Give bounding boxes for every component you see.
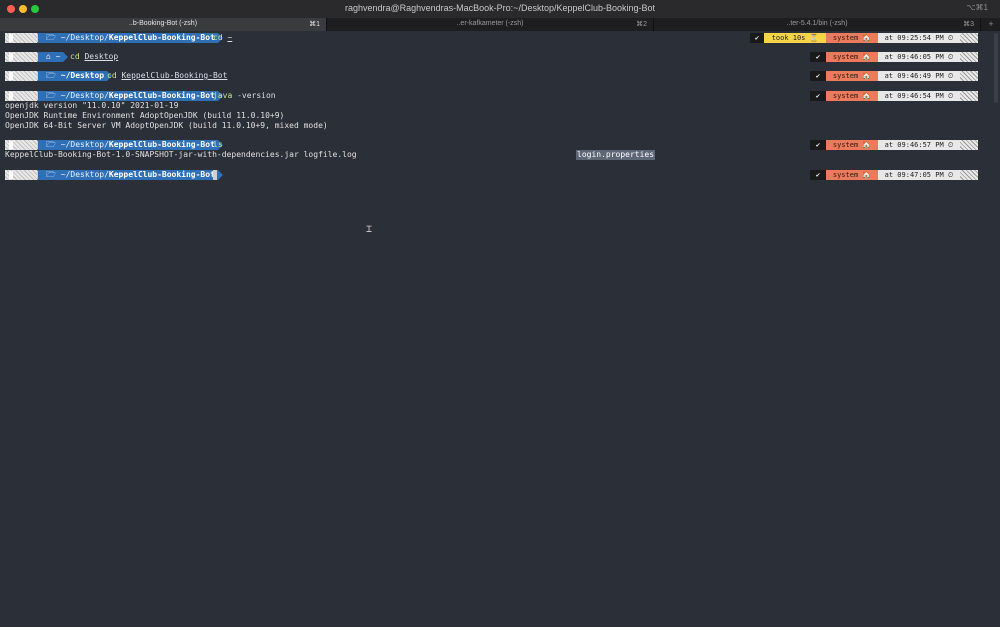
command-arg: KeppelClub-Booking-Bot [121, 71, 228, 80]
folder-icon: 🗁 [46, 33, 56, 42]
tab-jmeter-bin[interactable]: ..ter-5.4.1/bin (-zsh) ⌘3 [654, 18, 981, 31]
system-segment: system 🏠 [826, 33, 878, 43]
home-icon: ⌂ [46, 52, 51, 61]
dir-segment: 🗁 ~/Desktop/KeppelClub-Booking-Bot [38, 170, 223, 180]
tab-bar: ..b-Booking-Bot (-zsh) ⌘1 ..er-kafkamete… [0, 18, 1000, 31]
dir-segment: 🗁 ~/Desktop/KeppelClub-Booking-Bot [38, 33, 223, 43]
apple-icon [5, 33, 42, 43]
command-text: ls [213, 140, 223, 150]
tab-shortcut: ⌘3 [963, 21, 974, 28]
output-line: OpenJDK 64-Bit Server VM AdoptOpenJDK (b… [5, 121, 328, 130]
command-arg: Desktop [84, 52, 119, 61]
command-arg: -version [237, 91, 276, 100]
dir-path: ~/Desktop/ [60, 140, 109, 149]
status-ok-icon: ✔ [810, 52, 826, 62]
terminal-content[interactable]: 🗁 ~/Desktop/KeppelClub-Booking-Bot cd ~ … [0, 31, 1000, 627]
segment-end [960, 140, 978, 150]
folder-icon: 🗁 [46, 91, 56, 100]
dir-path: ~/Desktop/ [60, 91, 109, 100]
tab-kafkameter[interactable]: ..er-kafkameter (-zsh) ⌘2 [327, 18, 654, 31]
command-text: java -version [213, 91, 276, 101]
status-ok-icon: ✔ [810, 170, 826, 180]
folder-icon: 🗁 [46, 140, 56, 149]
took-segment: took 10s ⏳ [764, 33, 826, 43]
status-ok-icon: ✔ [810, 91, 826, 101]
output-line: openjdk version "11.0.10" 2021-01-19 [5, 101, 179, 110]
system-segment: system 🏠 [826, 71, 878, 81]
highlighted-file[interactable]: login.properties [576, 150, 656, 160]
dir-path: ~/Desktop/ [60, 170, 109, 179]
command-text: cd KeppelClub-Booking-Bot [107, 71, 227, 81]
time-segment: at 09:46:05 PM ⏲ [878, 52, 960, 62]
ibeam-cursor-icon: ⌶ [366, 224, 373, 235]
time-segment: at 09:46:54 PM ⏲ [878, 91, 960, 101]
dir-segment: 🗁 ~/Desktop [38, 71, 113, 81]
folder-icon: 🗁 [46, 170, 56, 179]
folder-icon: 🗁 [46, 71, 56, 80]
dir-project: KeppelClub-Booking-Bot [108, 33, 215, 42]
tab-label: ..er-kafkameter (-zsh) [456, 20, 524, 27]
apple-icon [5, 52, 42, 62]
tab-label: ..b-Booking-Bot (-zsh) [128, 20, 198, 27]
apple-icon [5, 91, 42, 101]
system-segment: system 🏠 [826, 170, 878, 180]
output-line: OpenJDK Runtime Environment AdoptOpenJDK… [5, 111, 285, 120]
dir-path: ~/Desktop/ [60, 33, 109, 42]
segment-end [960, 71, 978, 81]
time-segment: at 09:46:57 PM ⏲ [878, 140, 960, 150]
system-segment: system 🏠 [826, 140, 878, 150]
command-arg: ~ [227, 33, 233, 42]
dir-path: ~/Desktop [60, 71, 105, 80]
command-name: ls [213, 140, 223, 149]
segment-end [960, 33, 978, 43]
scrollbar-thumb[interactable] [994, 33, 998, 103]
status-ok-icon: ✔ [810, 140, 826, 150]
dir-segment: 🗁 ~/Desktop/KeppelClub-Booking-Bot [38, 91, 223, 101]
command-name: cd [70, 52, 80, 61]
time-segment: at 09:46:49 PM ⏲ [878, 71, 960, 81]
command-name: cd [107, 71, 117, 80]
title-bar[interactable]: raghvendra@Raghvendras-MacBook-Pro:~/Des… [0, 0, 1000, 19]
command-name: cd [213, 33, 223, 42]
dir-segment: ⌂ ~ [38, 52, 70, 62]
tab-booking-bot[interactable]: ..b-Booking-Bot (-zsh) ⌘1 [0, 18, 327, 31]
apple-icon [5, 71, 42, 81]
dir-project: KeppelClub-Booking-Bot [108, 170, 215, 179]
terminal-window: raghvendra@Raghvendras-MacBook-Pro:~/Des… [0, 0, 1000, 627]
command-name: java [213, 91, 233, 100]
status-ok-icon: ✔ [750, 33, 764, 43]
window-shortcut: ⌥⌘1 [966, 3, 988, 12]
text-cursor[interactable] [213, 170, 217, 180]
apple-icon [5, 170, 42, 180]
tab-label: ..ter-5.4.1/bin (-zsh) [786, 20, 848, 27]
dir-path: ~ [55, 52, 61, 61]
system-segment: system 🏠 [826, 52, 878, 62]
tab-shortcut: ⌘2 [636, 21, 647, 28]
window-title: raghvendra@Raghvendras-MacBook-Pro:~/Des… [344, 3, 656, 13]
dir-project: KeppelClub-Booking-Bot [108, 91, 215, 100]
time-segment: at 09:25:54 PM ⏲ [878, 33, 960, 43]
status-ok-icon: ✔ [810, 71, 826, 81]
segment-end [960, 91, 978, 101]
command-text: cd Desktop [70, 52, 118, 62]
command-text: cd ~ [213, 33, 232, 43]
tab-shortcut: ⌘1 [309, 21, 320, 28]
ls-output: KeppelClub-Booking-Bot-1.0-SNAPSHOT-jar-… [5, 150, 357, 159]
new-tab-button[interactable]: + [982, 18, 1000, 31]
segment-end [960, 52, 978, 62]
apple-icon [5, 140, 42, 150]
dir-segment: 🗁 ~/Desktop/KeppelClub-Booking-Bot [38, 140, 223, 150]
dir-project: KeppelClub-Booking-Bot [108, 140, 215, 149]
segment-end [960, 170, 978, 180]
time-segment: at 09:47:05 PM ⏲ [878, 170, 960, 180]
system-segment: system 🏠 [826, 91, 878, 101]
